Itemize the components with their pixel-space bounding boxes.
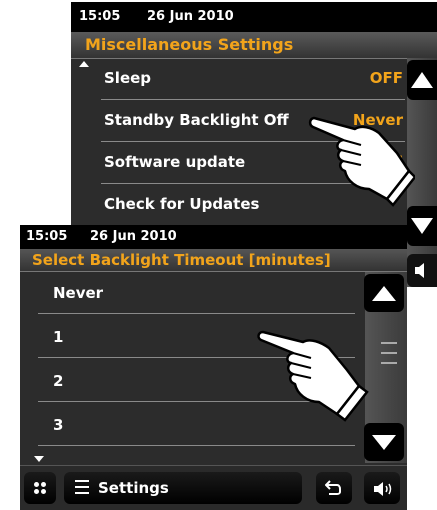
item-label: 3: [53, 416, 64, 434]
pointing-hand-icon: [257, 330, 369, 422]
hamburger-icon: [75, 480, 89, 496]
page-title-text: Miscellaneous Settings: [85, 35, 294, 54]
volume-button[interactable]: [407, 254, 437, 287]
page-title: Select Backlight Timeout [minutes]: [20, 249, 407, 272]
item-label: Standby Backlight Off: [104, 111, 289, 129]
item-label: Software update: [104, 153, 246, 171]
item-label: Sleep: [104, 69, 152, 87]
page-title: Miscellaneous Settings: [71, 32, 437, 59]
bottom-bar: Settings: [20, 465, 407, 510]
triangle-up-icon: [411, 72, 433, 88]
page-title-text: Select Backlight Timeout [minutes]: [32, 251, 331, 269]
speaker-icon: [374, 482, 392, 496]
item-label: Never: [53, 284, 104, 302]
status-date: 26 Jun 2010: [147, 9, 234, 24]
scrollbar[interactable]: [364, 272, 407, 463]
triangle-up-icon: [372, 285, 396, 301]
item-label: 2: [53, 372, 64, 390]
triangle-down-icon: [372, 434, 396, 450]
status-bar: 15:05 26 Jun 2010: [20, 225, 407, 249]
pointing-hand-icon: [308, 116, 415, 207]
speaker-icon: [415, 263, 424, 278]
status-time: 15:05: [79, 9, 121, 24]
status-time: 15:05: [26, 229, 68, 244]
list-item-never[interactable]: Never: [38, 272, 355, 314]
list-item-sleep[interactable]: Sleep OFF: [101, 58, 405, 100]
scroll-thumb[interactable]: [379, 334, 399, 378]
divider: [38, 313, 355, 314]
item-value: OFF: [369, 69, 403, 87]
scroll-down-indicator-icon: [34, 456, 44, 462]
menu-button[interactable]: [24, 472, 56, 504]
four-dots-icon: [34, 482, 46, 494]
item-label: Check for Updates: [104, 195, 260, 213]
back-button[interactable]: [316, 472, 352, 504]
return-arrow-icon: [325, 480, 341, 495]
settings-label: Settings: [98, 479, 169, 497]
volume-button[interactable]: [364, 472, 400, 504]
scroll-up-indicator-icon: [79, 61, 89, 67]
scroll-up-button[interactable]: [364, 274, 404, 312]
scroll-down-button[interactable]: [364, 423, 404, 461]
item-label: 1: [53, 328, 64, 346]
status-bar: 15:05 26 Jun 2010: [71, 2, 437, 32]
divider: [38, 445, 355, 446]
status-date: 26 Jun 2010: [90, 229, 177, 244]
scroll-up-button[interactable]: [407, 60, 437, 100]
settings-button[interactable]: Settings: [64, 472, 302, 504]
